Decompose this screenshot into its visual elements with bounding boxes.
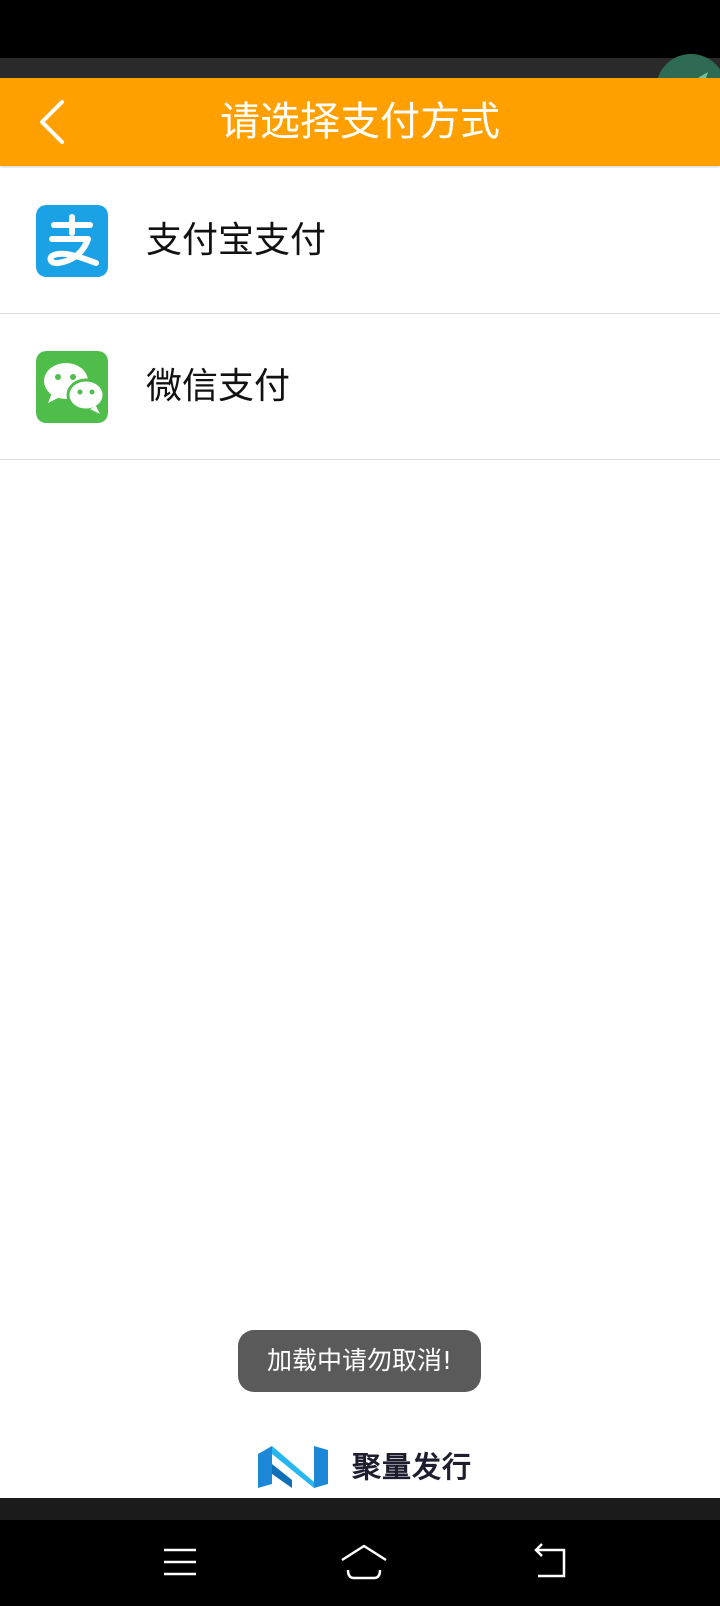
- system-nav-bar: [0, 1520, 720, 1606]
- nav-back-button[interactable]: [490, 1520, 610, 1606]
- page-title: 请选择支付方式: [220, 99, 500, 145]
- brand-logo-icon: [258, 1446, 328, 1488]
- loading-toast: 加载中请勿取消!: [238, 1330, 481, 1392]
- payment-screen: 请选择支付方式 支付宝支付 微信支付 加载中请勿取消! 聚量发行: [0, 78, 720, 1498]
- backdrop-strip: [0, 58, 720, 78]
- back-icon: [534, 1543, 566, 1578]
- header-bar: 请选择支付方式: [0, 78, 720, 166]
- nav-home-button[interactable]: [300, 1520, 420, 1606]
- status-bar: [0, 0, 720, 60]
- brand-name: 聚量发行: [352, 1450, 473, 1484]
- brand-footer: 聚量发行: [256, 1442, 476, 1492]
- wechat-icon: [36, 351, 108, 423]
- nav-menu-button[interactable]: [120, 1520, 240, 1606]
- home-icon: [341, 1544, 387, 1580]
- wechat-pay-option[interactable]: 微信支付: [0, 314, 720, 460]
- menu-icon: [164, 1548, 196, 1576]
- alipay-label: 支付宝支付: [146, 220, 327, 261]
- alipay-option[interactable]: 支付宝支付: [0, 168, 720, 314]
- alipay-icon: [36, 205, 108, 277]
- bottom-backdrop: [0, 1498, 720, 1520]
- wechat-pay-label: 微信支付: [146, 366, 291, 407]
